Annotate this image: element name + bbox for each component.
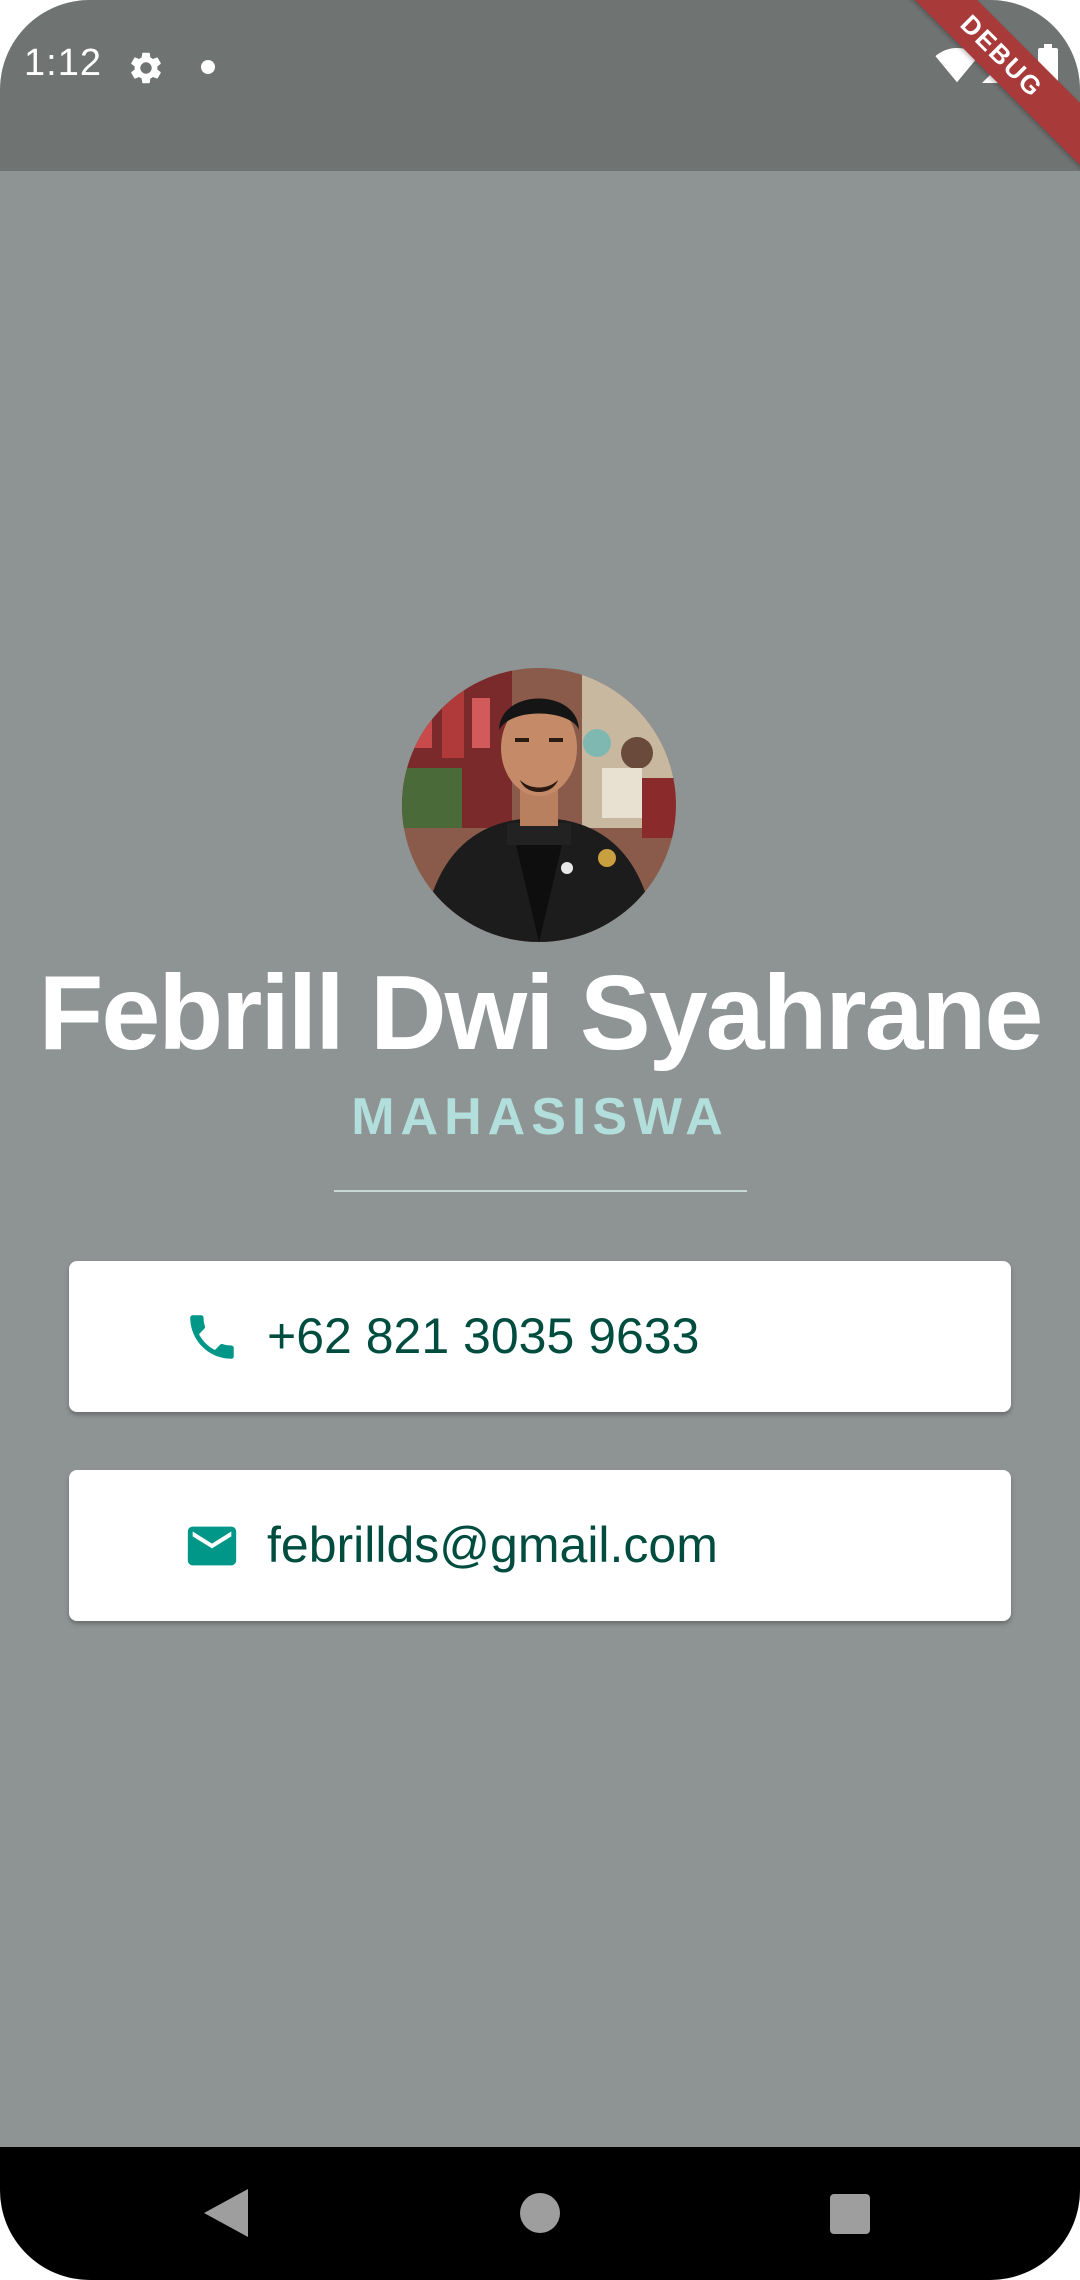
phone-card[interactable]: +62 821 3035 9633: [69, 1261, 1011, 1412]
divider: [334, 1190, 747, 1192]
status-time: 1:12: [24, 42, 102, 84]
back-icon[interactable]: [204, 2189, 248, 2237]
profile-name: Febrill Dwi Syahrane: [38, 954, 1044, 1072]
home-icon[interactable]: [520, 2193, 560, 2233]
phone-icon: [190, 1314, 234, 1359]
navigation-bar: [0, 2147, 1080, 2280]
status-bar: 1:12 DEBUG: [0, 0, 1080, 178]
notification-dot-icon: [201, 60, 215, 74]
phone-screen: 1:12 DEBUG Febrill Dwi Syahrane MAHASISW…: [0, 0, 1080, 2280]
avatar-photo: [402, 668, 676, 942]
phone-number: +62 821 3035 9633: [267, 1308, 700, 1364]
settings-gear-icon: [131, 52, 161, 84]
avatar: [402, 668, 676, 942]
email-card[interactable]: febrillds@gmail.com: [69, 1470, 1011, 1621]
recent-apps-icon[interactable]: [830, 2194, 870, 2234]
mail-icon: [187, 1526, 237, 1565]
profile-role: MAHASISWA: [351, 1088, 729, 1146]
email-address: febrillds@gmail.com: [267, 1517, 718, 1573]
debug-banner: DEBUG: [880, 0, 1080, 178]
